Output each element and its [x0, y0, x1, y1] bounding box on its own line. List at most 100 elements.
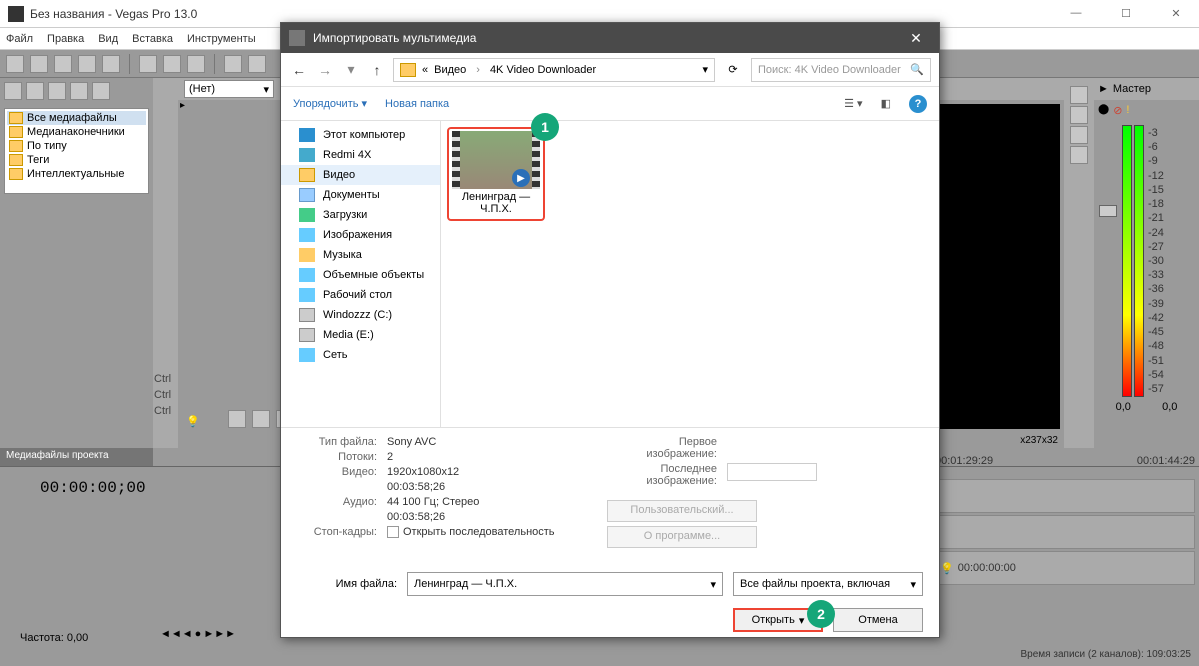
- sidebar-item-label: Redmi 4X: [323, 149, 371, 161]
- toolbar-render-icon[interactable]: [78, 55, 96, 73]
- preview-pane-icon[interactable]: ◧: [881, 97, 891, 110]
- speaker-icon: ►: [1098, 83, 1109, 95]
- master-fader[interactable]: [1098, 125, 1118, 397]
- scrub-control[interactable]: ◄◄◄●►►►: [160, 628, 236, 640]
- toolbar-open-icon[interactable]: [30, 55, 48, 73]
- sidebar-tool-icon[interactable]: [48, 82, 66, 100]
- timeline-ruler: 00:01:29:29 00:01:44:29: [935, 455, 1195, 467]
- media-tree[interactable]: Все медиафайлы Медианаконечники По типу …: [4, 108, 149, 194]
- custom-button[interactable]: Пользовательский...: [607, 500, 757, 522]
- modifier-tab: Ctrl Ctrl Ctrl: [153, 78, 178, 448]
- open-button[interactable]: Открыть ▾ 2: [733, 608, 823, 632]
- location-icon: [299, 268, 315, 282]
- track-row[interactable]: [935, 515, 1195, 549]
- nav-recent-icon[interactable]: ▾: [341, 60, 361, 80]
- view-mode-icon[interactable]: ☰ ▾: [844, 97, 862, 110]
- dialog-filegrid[interactable]: 1 ▶ Ленинград — Ч.П.Х.: [441, 121, 939, 427]
- sidebar-item[interactable]: Изображения: [281, 225, 440, 245]
- sidebar-tool-icon[interactable]: [4, 82, 22, 100]
- center-combo[interactable]: (Нет) ▾: [184, 80, 274, 98]
- sidebar-item[interactable]: Сеть: [281, 345, 440, 365]
- sidebar-item[interactable]: Загрузки: [281, 205, 440, 225]
- sidebar-tool-icon[interactable]: [70, 82, 88, 100]
- dialog-titlebar[interactable]: Импортировать мультимедиа ✕: [281, 23, 939, 53]
- organize-menu[interactable]: Упорядочить ▾: [293, 97, 367, 110]
- tree-item[interactable]: Медианаконечники: [7, 125, 146, 139]
- sidebar-tool-icon[interactable]: [92, 82, 110, 100]
- video-thumbnail: ▶: [452, 131, 540, 189]
- goto-start-icon[interactable]: [228, 410, 246, 428]
- filename-input[interactable]: Ленинград — Ч.П.Х.▾: [407, 572, 723, 596]
- main-timecode[interactable]: 00:00:00;00: [40, 479, 170, 499]
- breadcrumb[interactable]: « Видео 4K Video Downloader ▾: [393, 58, 715, 82]
- sidebar-item-label: Изображения: [323, 229, 392, 241]
- sidebar-item-label: Этот компьютер: [323, 129, 405, 141]
- location-icon: [299, 208, 315, 222]
- sidebar-item[interactable]: Этот компьютер: [281, 125, 440, 145]
- right-tool-icon[interactable]: [1070, 126, 1088, 144]
- sidebar-tool-icon[interactable]: [26, 82, 44, 100]
- toolbar-props-icon[interactable]: [102, 55, 120, 73]
- nav-forward-icon[interactable]: →: [315, 60, 335, 80]
- right-tool-icon[interactable]: [1070, 86, 1088, 104]
- sidebar-item-label: Рабочий стол: [323, 289, 392, 301]
- right-tool-icon[interactable]: [1070, 106, 1088, 124]
- dialog-navbar: ← → ▾ ↑ « Видео 4K Video Downloader ▾ ⟳ …: [281, 53, 939, 87]
- filter-combo[interactable]: Все файлы проекта, включая▾: [733, 572, 923, 596]
- toolbar-cut-icon[interactable]: [139, 55, 157, 73]
- toolbar-save-icon[interactable]: [54, 55, 72, 73]
- toolbar-undo-icon[interactable]: [224, 55, 242, 73]
- about-button[interactable]: О программе...: [607, 526, 757, 548]
- help-icon[interactable]: ?: [909, 95, 927, 113]
- menu-view[interactable]: Вид: [98, 33, 118, 45]
- sidebar-item[interactable]: Музыка: [281, 245, 440, 265]
- newfolder-button[interactable]: Новая папка: [385, 98, 449, 110]
- sidebar-item[interactable]: Windozzz (C:): [281, 305, 440, 325]
- file-metadata-panel: Тип файла:Sony AVC Потоки:2 Видео:1920x1…: [281, 427, 939, 560]
- right-tool-icon[interactable]: [1070, 146, 1088, 164]
- nav-up-icon[interactable]: ↑: [367, 60, 387, 80]
- mute-icon[interactable]: ⊘: [1113, 104, 1122, 117]
- tree-item[interactable]: Теги: [7, 153, 146, 167]
- file-item[interactable]: 1 ▶ Ленинград — Ч.П.Х.: [447, 127, 545, 221]
- sidebar-item[interactable]: Документы: [281, 185, 440, 205]
- location-icon: [299, 348, 315, 362]
- sequence-checkbox[interactable]: [387, 526, 399, 538]
- sidebar-item-label: Загрузки: [323, 209, 367, 221]
- minimize-button[interactable]: —: [1061, 7, 1091, 20]
- last-image-field[interactable]: [727, 463, 817, 481]
- sidebar-item[interactable]: Видео: [281, 165, 440, 185]
- sidebar-item[interactable]: Рабочий стол: [281, 285, 440, 305]
- tree-root[interactable]: Все медиафайлы: [7, 111, 146, 125]
- toolbar-redo-icon[interactable]: [248, 55, 266, 73]
- toolbar-copy-icon[interactable]: [163, 55, 181, 73]
- dialog-sidebar[interactable]: Этот компьютер Redmi 4X ВидеоДокументы Загр…: [281, 121, 441, 427]
- solo-icon[interactable]: !: [1126, 104, 1129, 117]
- toolbar-paste-icon[interactable]: [187, 55, 205, 73]
- sidebar-item[interactable]: Media (E:): [281, 325, 440, 345]
- menu-insert[interactable]: Вставка: [132, 33, 173, 45]
- master-label: Мастер: [1113, 83, 1151, 95]
- insert-fx-icon[interactable]: ⬤: [1098, 104, 1109, 117]
- menu-file[interactable]: Файл: [6, 33, 33, 45]
- menu-tools[interactable]: Инструменты: [187, 33, 256, 45]
- track-row[interactable]: [935, 479, 1195, 513]
- close-button[interactable]: ✕: [1161, 7, 1191, 20]
- nav-back-icon[interactable]: ←: [289, 60, 309, 80]
- track-row[interactable]: 💡 00:00:00:00: [935, 551, 1195, 585]
- vegas-title: Без названия - Vegas Pro 13.0: [30, 7, 1061, 21]
- play-icon[interactable]: [252, 410, 270, 428]
- toolbar-new-icon[interactable]: [6, 55, 24, 73]
- search-input[interactable]: Поиск: 4K Video Downloader 🔍: [751, 58, 931, 82]
- tree-item[interactable]: По типу: [7, 139, 146, 153]
- maximize-button[interactable]: ☐: [1111, 7, 1141, 20]
- tree-item[interactable]: Интеллектуальные: [7, 167, 146, 181]
- filename-row: Имя файла: Ленинград — Ч.П.Х.▾ Все файлы…: [281, 560, 939, 608]
- sidebar-item[interactable]: Redmi 4X: [281, 145, 440, 165]
- dialog-close-button[interactable]: ✕: [901, 23, 931, 53]
- location-icon: [299, 228, 315, 242]
- refresh-icon[interactable]: ⟳: [721, 58, 745, 82]
- menu-edit[interactable]: Правка: [47, 33, 84, 45]
- cancel-button[interactable]: Отмена: [833, 608, 923, 632]
- sidebar-item[interactable]: Объемные объекты: [281, 265, 440, 285]
